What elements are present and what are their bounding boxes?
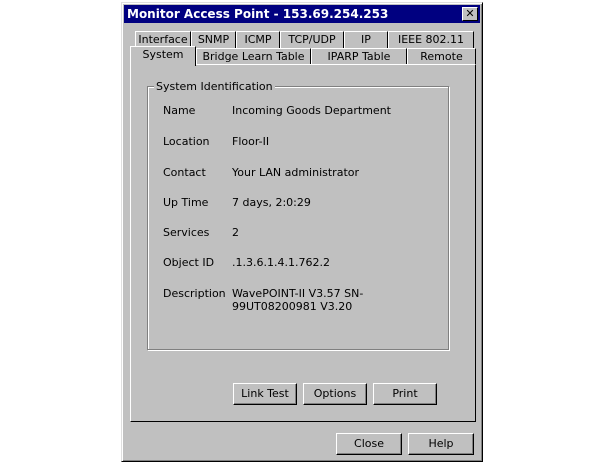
name-value: Incoming Goods Department <box>232 104 391 117</box>
tab-remote[interactable]: Remote <box>407 48 476 65</box>
tab-system[interactable]: System <box>130 46 196 66</box>
contact-value: Your LAN administrator <box>232 166 360 179</box>
help-button[interactable]: Help <box>408 433 474 455</box>
tab-ieee-802-11[interactable]: IEEE 802.11 <box>388 31 474 48</box>
object-id-label: Object ID <box>163 256 215 269</box>
services-value: 2 <box>232 226 239 239</box>
tab-ip[interactable]: IP <box>344 31 388 48</box>
tab-icmp[interactable]: ICMP <box>236 31 280 48</box>
window-title: Monitor Access Point - 153.69.254.253 <box>127 7 389 21</box>
contact-label: Contact <box>163 166 206 179</box>
tab-iparp-table[interactable]: IPARP Table <box>311 48 407 65</box>
description-value: WavePOINT-II V3.57 SN-99UT08200981 V3.20 <box>232 287 364 313</box>
up-time-value: 7 days, 2:0:29 <box>232 196 311 209</box>
location-value: Floor-II <box>232 135 270 148</box>
tab-tcp-udp[interactable]: TCP/UDP <box>280 31 344 48</box>
location-label: Location <box>163 135 210 148</box>
description-label: Description <box>163 287 226 300</box>
link-test-button[interactable]: Link Test <box>233 383 297 405</box>
options-button[interactable]: Options <box>303 383 367 405</box>
services-label: Services <box>163 226 210 239</box>
close-button[interactable]: Close <box>336 433 402 455</box>
tab-bridge-learn-table[interactable]: Bridge Learn Table <box>196 48 311 65</box>
title-bar[interactable]: Monitor Access Point - 153.69.254.253 ✕ <box>124 5 480 23</box>
tab-snmp[interactable]: SNMP <box>191 31 236 48</box>
up-time-label: Up Time <box>163 196 209 209</box>
close-icon[interactable]: ✕ <box>462 7 478 21</box>
group-title: System Identification <box>154 80 275 93</box>
object-id-value: .1.3.6.1.4.1.762.2 <box>232 256 330 269</box>
print-button[interactable]: Print <box>373 383 437 405</box>
name-label: Name <box>163 104 196 117</box>
